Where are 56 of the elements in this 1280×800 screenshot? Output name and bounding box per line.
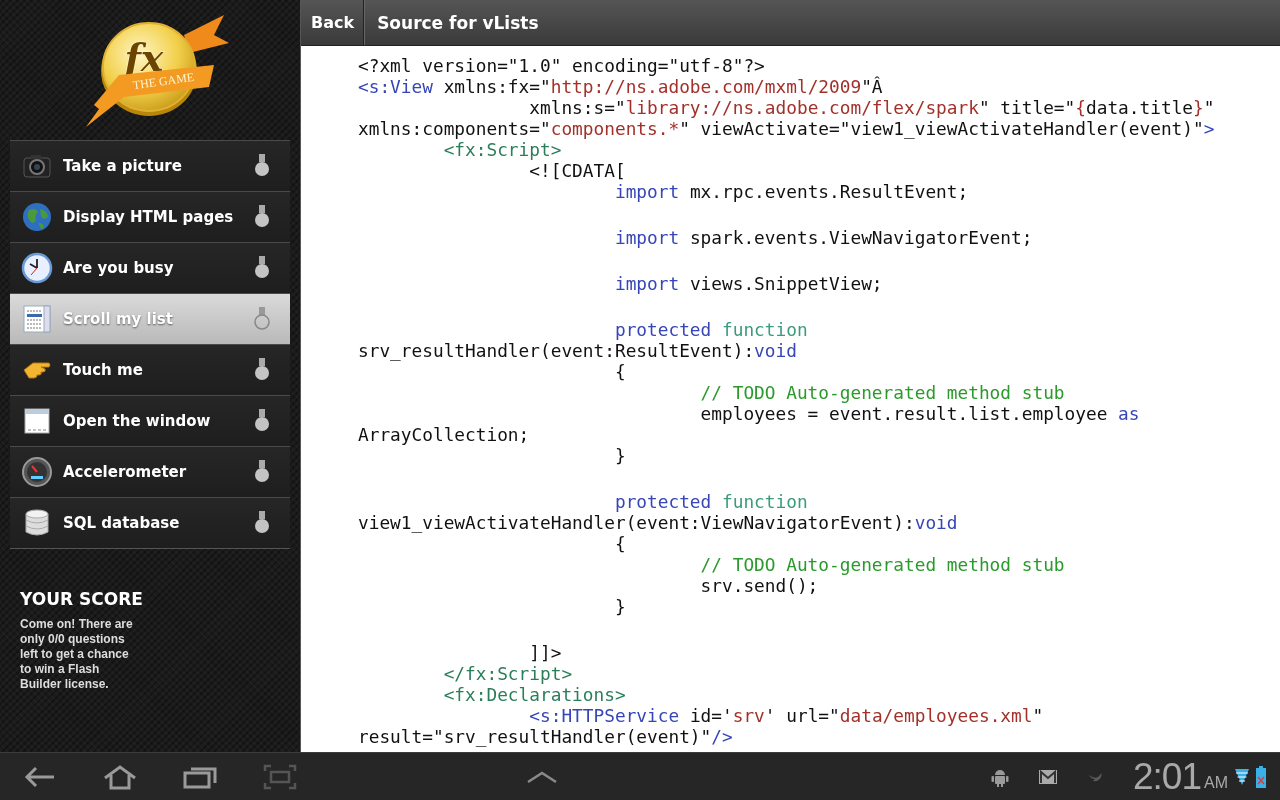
code-line: </fx:Script> [442, 663, 573, 684]
code-line: <?xml version="1.0" encoding="utf-8"?> [358, 55, 765, 76]
menu-item[interactable]: Are you busy [10, 242, 290, 293]
code-line: <![CDATA[ [528, 160, 626, 181]
score-title: YOUR SCORE [20, 589, 144, 609]
page-title: Source for vLists [377, 12, 539, 33]
code-line: xmlns:components="components.*" viewActivate="view1_viewActivateHandler(event)"> [358, 118, 1215, 139]
code-line: { [613, 361, 626, 382]
score-text: Come on! There are only 0/0 questions left to get a chance to win a Flash Builder license. [20, 617, 134, 692]
code-line: srv_resultHandler(event:ResultEvent):void [358, 340, 797, 361]
clock-meridiem: AM [1204, 773, 1228, 792]
menu-item[interactable]: Display HTML pages [10, 191, 290, 242]
window-icon [21, 405, 53, 437]
gauge-icon [21, 456, 53, 488]
menu-item[interactable]: Open the window [10, 395, 290, 446]
menu-item[interactable]: Take a picture [10, 140, 290, 191]
code-line: { [613, 533, 626, 554]
code-line: import mx.rpc.events.ResultEvent; [613, 181, 969, 202]
code-line: result="srv_resultHandler(event)"/> [358, 726, 733, 747]
code-line: protected function [613, 319, 808, 340]
code-line: srv.send(); [699, 575, 819, 596]
code-line: employees = event.result.list.employee as [699, 403, 1140, 424]
code-line: <fx:Declarations> [442, 684, 626, 705]
code-line: ]]> [528, 642, 562, 663]
clock-icon [21, 252, 53, 284]
clock-time: 2:01 [1133, 755, 1201, 798]
medal-icon [254, 409, 270, 433]
code-line: } [613, 596, 626, 617]
medal-icon [254, 307, 270, 331]
menu-item[interactable]: Touch me [10, 344, 290, 395]
medal-icon [254, 256, 270, 280]
medal-icon [254, 358, 270, 382]
code-line: // TODO Auto-generated method stub [699, 554, 1065, 575]
code-line: ArrayCollection; [358, 424, 530, 445]
code-line: <fx:Script> [442, 139, 562, 160]
menu-item[interactable]: Accelerometer [10, 446, 290, 497]
battery-icon[interactable] [1256, 765, 1266, 788]
code-line: protected function [613, 491, 808, 512]
code-line: <s:HTTPService id='srv' url="data/employees.xml" [528, 705, 1044, 726]
code-line: import views.SnippetView; [613, 273, 883, 294]
code-line: <s:View xmlns:fx="http://ns.adobe.com/mxml/2009"Â [358, 76, 883, 97]
medal-icon [254, 154, 270, 178]
home-icon[interactable] [102, 762, 138, 791]
code-line: xmlns:s="library://ns.adobe.com/flex/spark" title="{data.title}" [528, 97, 1215, 118]
back-button[interactable]: Back [301, 0, 365, 45]
code-line: // TODO Auto-generated method stub [699, 382, 1065, 403]
medal-icon [254, 460, 270, 484]
code-line: } [613, 445, 626, 466]
code-line: import spark.events.ViewNavigatorEvent; [613, 227, 1033, 248]
globe-icon [21, 201, 53, 233]
wifi-icon[interactable] [1234, 766, 1250, 787]
list-icon [21, 303, 53, 335]
menu-item[interactable]: SQL database [10, 497, 290, 548]
medal-icon [254, 511, 270, 535]
medal-icon [254, 205, 270, 229]
code-line: view1_viewActivateHandler(event:ViewNavigatorEvent):void [358, 512, 958, 533]
